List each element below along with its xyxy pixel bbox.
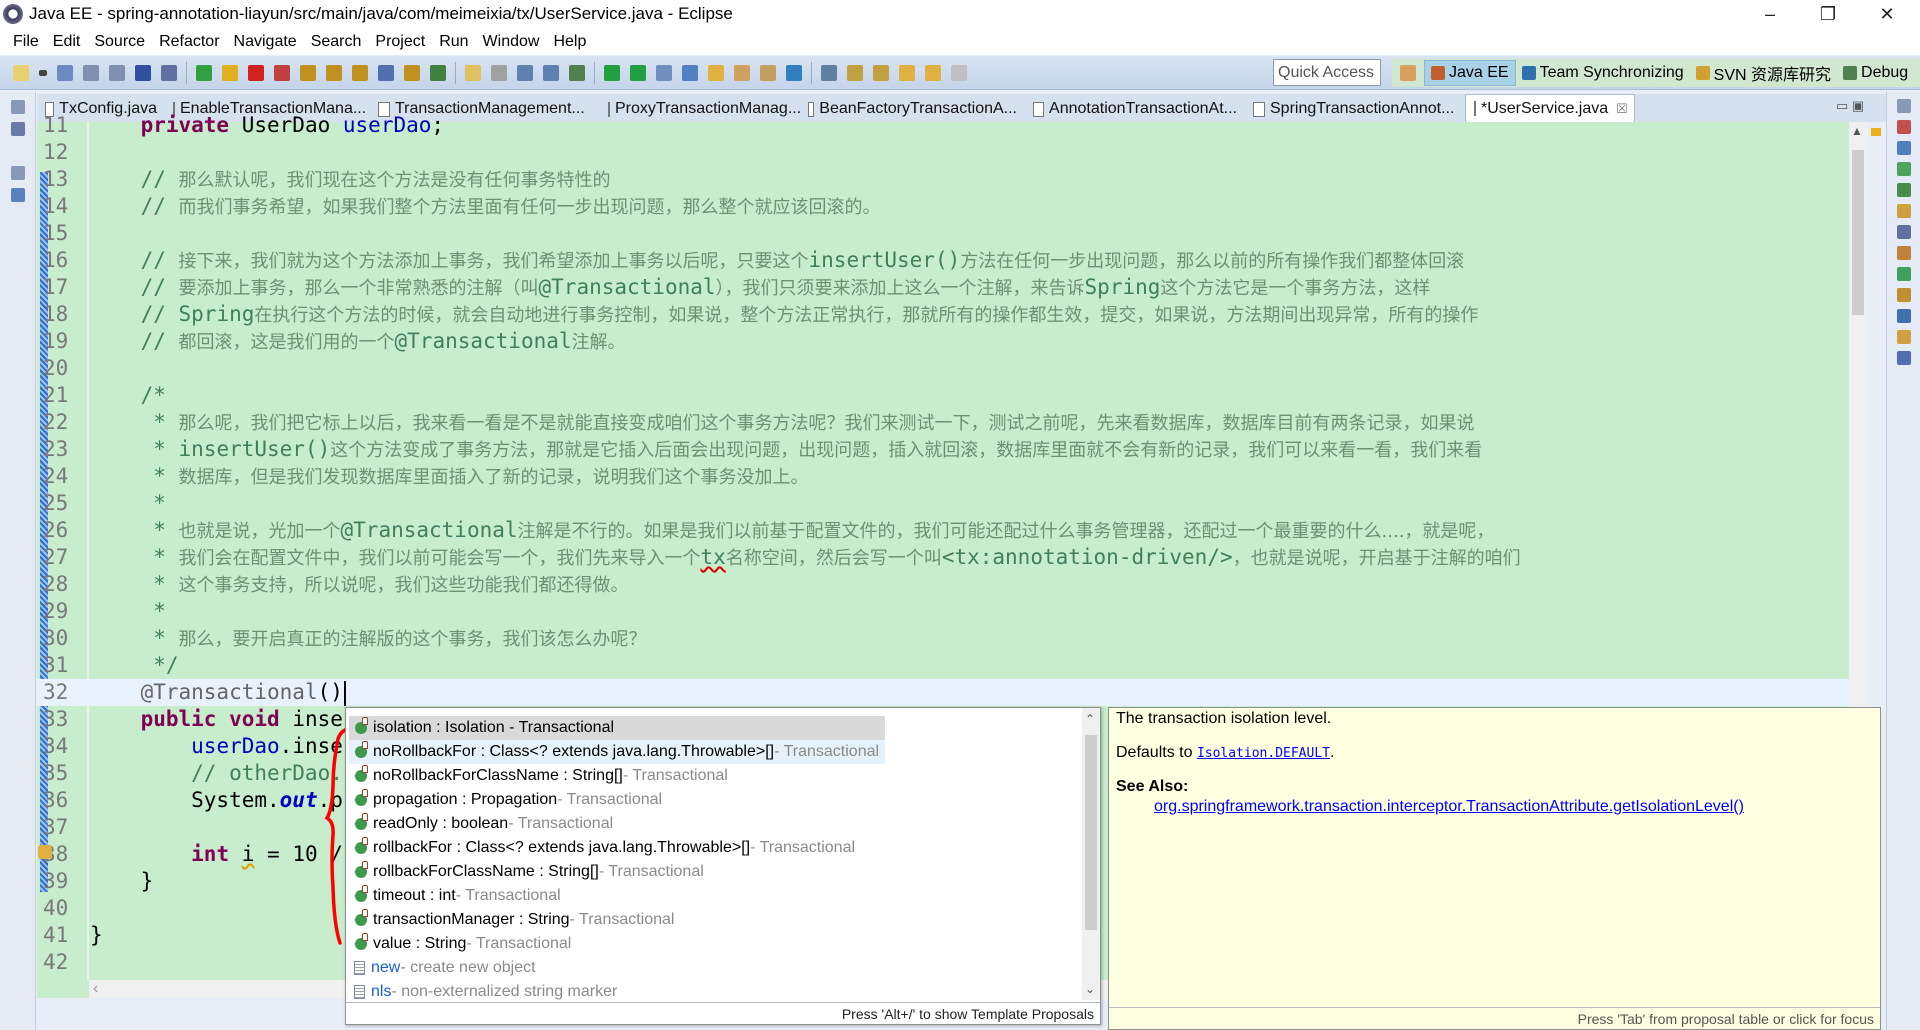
- proposal-name: propagation : Propagation: [373, 791, 558, 808]
- isolation-default-link[interactable]: Isolation.DEFAULT: [1197, 746, 1330, 761]
- annotation-field-icon: [355, 885, 368, 902]
- proposal-item[interactable]: propagation : Propagation - Transactiona…: [349, 788, 885, 812]
- proposal-item[interactable]: transactionManager : String - Transactio…: [349, 908, 885, 932]
- proposal-footer: Press 'Alt+/' to show Template Proposals: [346, 1002, 1100, 1024]
- annotation-field-icon: [355, 933, 368, 950]
- annotation-field-icon: [355, 861, 368, 878]
- proposal-item[interactable]: nls - non-externalized string marker: [349, 980, 885, 1004]
- proposal-name: readOnly : boolean: [373, 815, 509, 832]
- proposal-name: nls: [371, 983, 392, 1000]
- proposal-detail: - non-externalized string marker: [391, 983, 618, 1000]
- proposal-item[interactable]: noRollbackFor : Class<? extends java.lan…: [349, 740, 885, 764]
- proposal-detail: - Transactional: [508, 815, 614, 832]
- proposal-detail: - Transactional: [750, 839, 856, 856]
- proposal-name: isolation : Isolation - Transactional: [373, 719, 615, 736]
- annotation-field-icon: [355, 813, 368, 830]
- proposal-detail: - Transactional: [455, 887, 561, 904]
- proposal-item[interactable]: new - create new object: [349, 956, 885, 980]
- proposal-detail: - Transactional: [569, 911, 675, 928]
- proposal-item[interactable]: rollbackForClassName : String[] - Transa…: [349, 860, 885, 884]
- proposal-item[interactable]: readOnly : boolean - Transactional: [349, 812, 885, 836]
- doc-defaults-label: Defaults to: [1116, 744, 1197, 761]
- proposal-detail: - create new object: [400, 959, 536, 976]
- proposal-detail: - Transactional: [466, 935, 572, 952]
- proposal-name: value : String: [373, 935, 467, 952]
- annotation-field-icon: [355, 789, 368, 806]
- proposal-name: new: [371, 959, 401, 976]
- doc-period: .: [1330, 744, 1335, 761]
- proposal-name: noRollbackFor : Class<? extends java.lan…: [373, 743, 775, 760]
- proposal-name: timeout : int: [373, 887, 456, 904]
- proposal-name: rollbackForClassName : String[]: [373, 863, 599, 880]
- scroll-down-icon[interactable]: ⌄: [1085, 982, 1095, 996]
- doc-footer: Press 'Tab' from proposal table or click…: [1109, 1007, 1880, 1029]
- javadoc-hover: The transaction isolation level. Default…: [1108, 707, 1881, 1030]
- proposal-detail: - Transactional: [598, 863, 704, 880]
- proposal-name: transactionManager : String: [373, 911, 570, 928]
- proposal-item[interactable]: rollbackFor : Class<? extends java.lang.…: [349, 836, 885, 860]
- template-icon: [354, 961, 365, 975]
- proposal-name: rollbackFor : Class<? extends java.lang.…: [373, 839, 751, 856]
- content-assist-popup: isolation : Isolation - Transactional noR…: [345, 707, 1101, 1025]
- template-icon: [354, 985, 365, 999]
- proposal-detail: - Transactional: [557, 791, 663, 808]
- proposal-name: noRollbackForClassName : String[]: [373, 767, 623, 784]
- scroll-up-icon[interactable]: ⌃: [1085, 712, 1095, 726]
- annotation-field-icon: [355, 837, 368, 854]
- proposal-detail: - Transactional: [774, 743, 880, 760]
- annotation-field-icon: [355, 909, 368, 926]
- proposal-item[interactable]: isolation : Isolation - Transactional: [349, 716, 885, 740]
- proposal-item[interactable]: value : String - Transactional: [349, 932, 885, 956]
- proposal-scrollbar-thumb[interactable]: [1085, 735, 1097, 930]
- see-also-label: See Also:: [1116, 778, 1189, 795]
- see-also-link[interactable]: org.springframework.transaction.intercep…: [1154, 798, 1744, 816]
- proposal-item[interactable]: timeout : int - Transactional: [349, 884, 885, 908]
- proposal-detail: - Transactional: [622, 767, 728, 784]
- annotation-field-icon: [355, 717, 368, 734]
- proposal-item[interactable]: noRollbackForClassName : String[] - Tran…: [349, 764, 885, 788]
- annotation-field-icon: [355, 765, 368, 782]
- doc-defaults: Defaults to Isolation.DEFAULT.: [1116, 744, 1334, 762]
- doc-summary: The transaction isolation level.: [1116, 710, 1332, 727]
- annotation-field-icon: [355, 741, 368, 758]
